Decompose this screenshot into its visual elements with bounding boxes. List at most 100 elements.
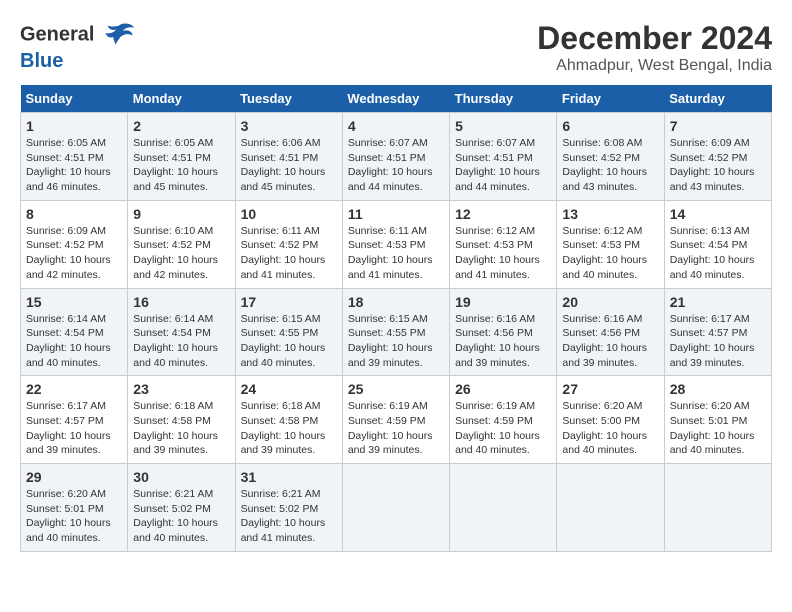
day-info: Sunrise: 6:21 AM Sunset: 5:02 PM Dayligh… (241, 487, 337, 546)
day-info: Sunrise: 6:09 AM Sunset: 4:52 PM Dayligh… (26, 224, 122, 283)
table-row: 9 Sunrise: 6:10 AM Sunset: 4:52 PM Dayli… (128, 200, 235, 288)
table-row: 16 Sunrise: 6:14 AM Sunset: 4:54 PM Dayl… (128, 288, 235, 376)
table-row: 3 Sunrise: 6:06 AM Sunset: 4:51 PM Dayli… (235, 113, 342, 201)
day-info: Sunrise: 6:11 AM Sunset: 4:53 PM Dayligh… (348, 224, 444, 283)
day-info: Sunrise: 6:12 AM Sunset: 4:53 PM Dayligh… (562, 224, 658, 283)
table-row: 4 Sunrise: 6:07 AM Sunset: 4:51 PM Dayli… (342, 113, 449, 201)
header-thursday: Thursday (450, 85, 557, 113)
day-info: Sunrise: 6:14 AM Sunset: 4:54 PM Dayligh… (26, 312, 122, 371)
day-number: 30 (133, 469, 229, 485)
day-number: 2 (133, 118, 229, 134)
month-title: December 2024 (537, 20, 772, 57)
day-number: 8 (26, 206, 122, 222)
day-info: Sunrise: 6:12 AM Sunset: 4:53 PM Dayligh… (455, 224, 551, 283)
table-row: 7 Sunrise: 6:09 AM Sunset: 4:52 PM Dayli… (664, 113, 771, 201)
day-info: Sunrise: 6:14 AM Sunset: 4:54 PM Dayligh… (133, 312, 229, 371)
day-number: 7 (670, 118, 766, 134)
day-info: Sunrise: 6:08 AM Sunset: 4:52 PM Dayligh… (562, 136, 658, 195)
day-info: Sunrise: 6:17 AM Sunset: 4:57 PM Dayligh… (670, 312, 766, 371)
calendar-week-row: 8 Sunrise: 6:09 AM Sunset: 4:52 PM Dayli… (21, 200, 772, 288)
day-info: Sunrise: 6:07 AM Sunset: 4:51 PM Dayligh… (348, 136, 444, 195)
table-row: 27 Sunrise: 6:20 AM Sunset: 5:00 PM Dayl… (557, 376, 664, 464)
day-info: Sunrise: 6:17 AM Sunset: 4:57 PM Dayligh… (26, 399, 122, 458)
location-title: Ahmadpur, West Bengal, India (537, 57, 772, 75)
day-info: Sunrise: 6:05 AM Sunset: 4:51 PM Dayligh… (26, 136, 122, 195)
table-row: 17 Sunrise: 6:15 AM Sunset: 4:55 PM Dayl… (235, 288, 342, 376)
day-info: Sunrise: 6:18 AM Sunset: 4:58 PM Dayligh… (241, 399, 337, 458)
logo-bird-icon (104, 20, 134, 50)
table-row: 10 Sunrise: 6:11 AM Sunset: 4:52 PM Dayl… (235, 200, 342, 288)
table-row: 15 Sunrise: 6:14 AM Sunset: 4:54 PM Dayl… (21, 288, 128, 376)
day-info: Sunrise: 6:19 AM Sunset: 4:59 PM Dayligh… (348, 399, 444, 458)
day-number: 3 (241, 118, 337, 134)
day-number: 1 (26, 118, 122, 134)
calendar-week-row: 29 Sunrise: 6:20 AM Sunset: 5:01 PM Dayl… (21, 464, 772, 552)
table-row: 11 Sunrise: 6:11 AM Sunset: 4:53 PM Dayl… (342, 200, 449, 288)
table-row: 28 Sunrise: 6:20 AM Sunset: 5:01 PM Dayl… (664, 376, 771, 464)
day-info: Sunrise: 6:20 AM Sunset: 5:00 PM Dayligh… (562, 399, 658, 458)
table-row: 12 Sunrise: 6:12 AM Sunset: 4:53 PM Dayl… (450, 200, 557, 288)
day-info: Sunrise: 6:19 AM Sunset: 4:59 PM Dayligh… (455, 399, 551, 458)
day-info: Sunrise: 6:16 AM Sunset: 4:56 PM Dayligh… (562, 312, 658, 371)
day-number: 13 (562, 206, 658, 222)
day-number: 9 (133, 206, 229, 222)
day-number: 20 (562, 294, 658, 310)
table-row: 22 Sunrise: 6:17 AM Sunset: 4:57 PM Dayl… (21, 376, 128, 464)
day-info: Sunrise: 6:09 AM Sunset: 4:52 PM Dayligh… (670, 136, 766, 195)
day-number: 10 (241, 206, 337, 222)
calendar-table: Sunday Monday Tuesday Wednesday Thursday… (20, 85, 772, 552)
day-info: Sunrise: 6:06 AM Sunset: 4:51 PM Dayligh… (241, 136, 337, 195)
table-row: 24 Sunrise: 6:18 AM Sunset: 4:58 PM Dayl… (235, 376, 342, 464)
day-info: Sunrise: 6:20 AM Sunset: 5:01 PM Dayligh… (26, 487, 122, 546)
day-number: 26 (455, 381, 551, 397)
day-number: 28 (670, 381, 766, 397)
logo: General Blue (20, 20, 134, 72)
day-number: 21 (670, 294, 766, 310)
day-number: 18 (348, 294, 444, 310)
day-number: 16 (133, 294, 229, 310)
table-row: 23 Sunrise: 6:18 AM Sunset: 4:58 PM Dayl… (128, 376, 235, 464)
calendar-week-row: 1 Sunrise: 6:05 AM Sunset: 4:51 PM Dayli… (21, 113, 772, 201)
day-info: Sunrise: 6:18 AM Sunset: 4:58 PM Dayligh… (133, 399, 229, 458)
calendar-week-row: 15 Sunrise: 6:14 AM Sunset: 4:54 PM Dayl… (21, 288, 772, 376)
day-number: 5 (455, 118, 551, 134)
table-row: 26 Sunrise: 6:19 AM Sunset: 4:59 PM Dayl… (450, 376, 557, 464)
table-row: 6 Sunrise: 6:08 AM Sunset: 4:52 PM Dayli… (557, 113, 664, 201)
table-row (557, 464, 664, 552)
day-info: Sunrise: 6:10 AM Sunset: 4:52 PM Dayligh… (133, 224, 229, 283)
table-row: 29 Sunrise: 6:20 AM Sunset: 5:01 PM Dayl… (21, 464, 128, 552)
day-number: 19 (455, 294, 551, 310)
day-info: Sunrise: 6:15 AM Sunset: 4:55 PM Dayligh… (241, 312, 337, 371)
day-number: 29 (26, 469, 122, 485)
day-number: 17 (241, 294, 337, 310)
day-info: Sunrise: 6:20 AM Sunset: 5:01 PM Dayligh… (670, 399, 766, 458)
day-number: 23 (133, 381, 229, 397)
calendar-week-row: 22 Sunrise: 6:17 AM Sunset: 4:57 PM Dayl… (21, 376, 772, 464)
header-wednesday: Wednesday (342, 85, 449, 113)
day-number: 14 (670, 206, 766, 222)
header-sunday: Sunday (21, 85, 128, 113)
table-row (450, 464, 557, 552)
table-row: 20 Sunrise: 6:16 AM Sunset: 4:56 PM Dayl… (557, 288, 664, 376)
table-row: 18 Sunrise: 6:15 AM Sunset: 4:55 PM Dayl… (342, 288, 449, 376)
day-number: 6 (562, 118, 658, 134)
day-info: Sunrise: 6:16 AM Sunset: 4:56 PM Dayligh… (455, 312, 551, 371)
day-info: Sunrise: 6:05 AM Sunset: 4:51 PM Dayligh… (133, 136, 229, 195)
table-row: 31 Sunrise: 6:21 AM Sunset: 5:02 PM Dayl… (235, 464, 342, 552)
day-number: 12 (455, 206, 551, 222)
logo-line2: Blue (20, 50, 134, 72)
day-info: Sunrise: 6:15 AM Sunset: 4:55 PM Dayligh… (348, 312, 444, 371)
day-number: 31 (241, 469, 337, 485)
table-row: 25 Sunrise: 6:19 AM Sunset: 4:59 PM Dayl… (342, 376, 449, 464)
day-number: 24 (241, 381, 337, 397)
title-section: December 2024 Ahmadpur, West Bengal, Ind… (537, 20, 772, 75)
table-row: 2 Sunrise: 6:05 AM Sunset: 4:51 PM Dayli… (128, 113, 235, 201)
day-info: Sunrise: 6:13 AM Sunset: 4:54 PM Dayligh… (670, 224, 766, 283)
table-row (664, 464, 771, 552)
header-saturday: Saturday (664, 85, 771, 113)
table-row: 13 Sunrise: 6:12 AM Sunset: 4:53 PM Dayl… (557, 200, 664, 288)
day-number: 22 (26, 381, 122, 397)
header-monday: Monday (128, 85, 235, 113)
day-number: 27 (562, 381, 658, 397)
day-number: 15 (26, 294, 122, 310)
